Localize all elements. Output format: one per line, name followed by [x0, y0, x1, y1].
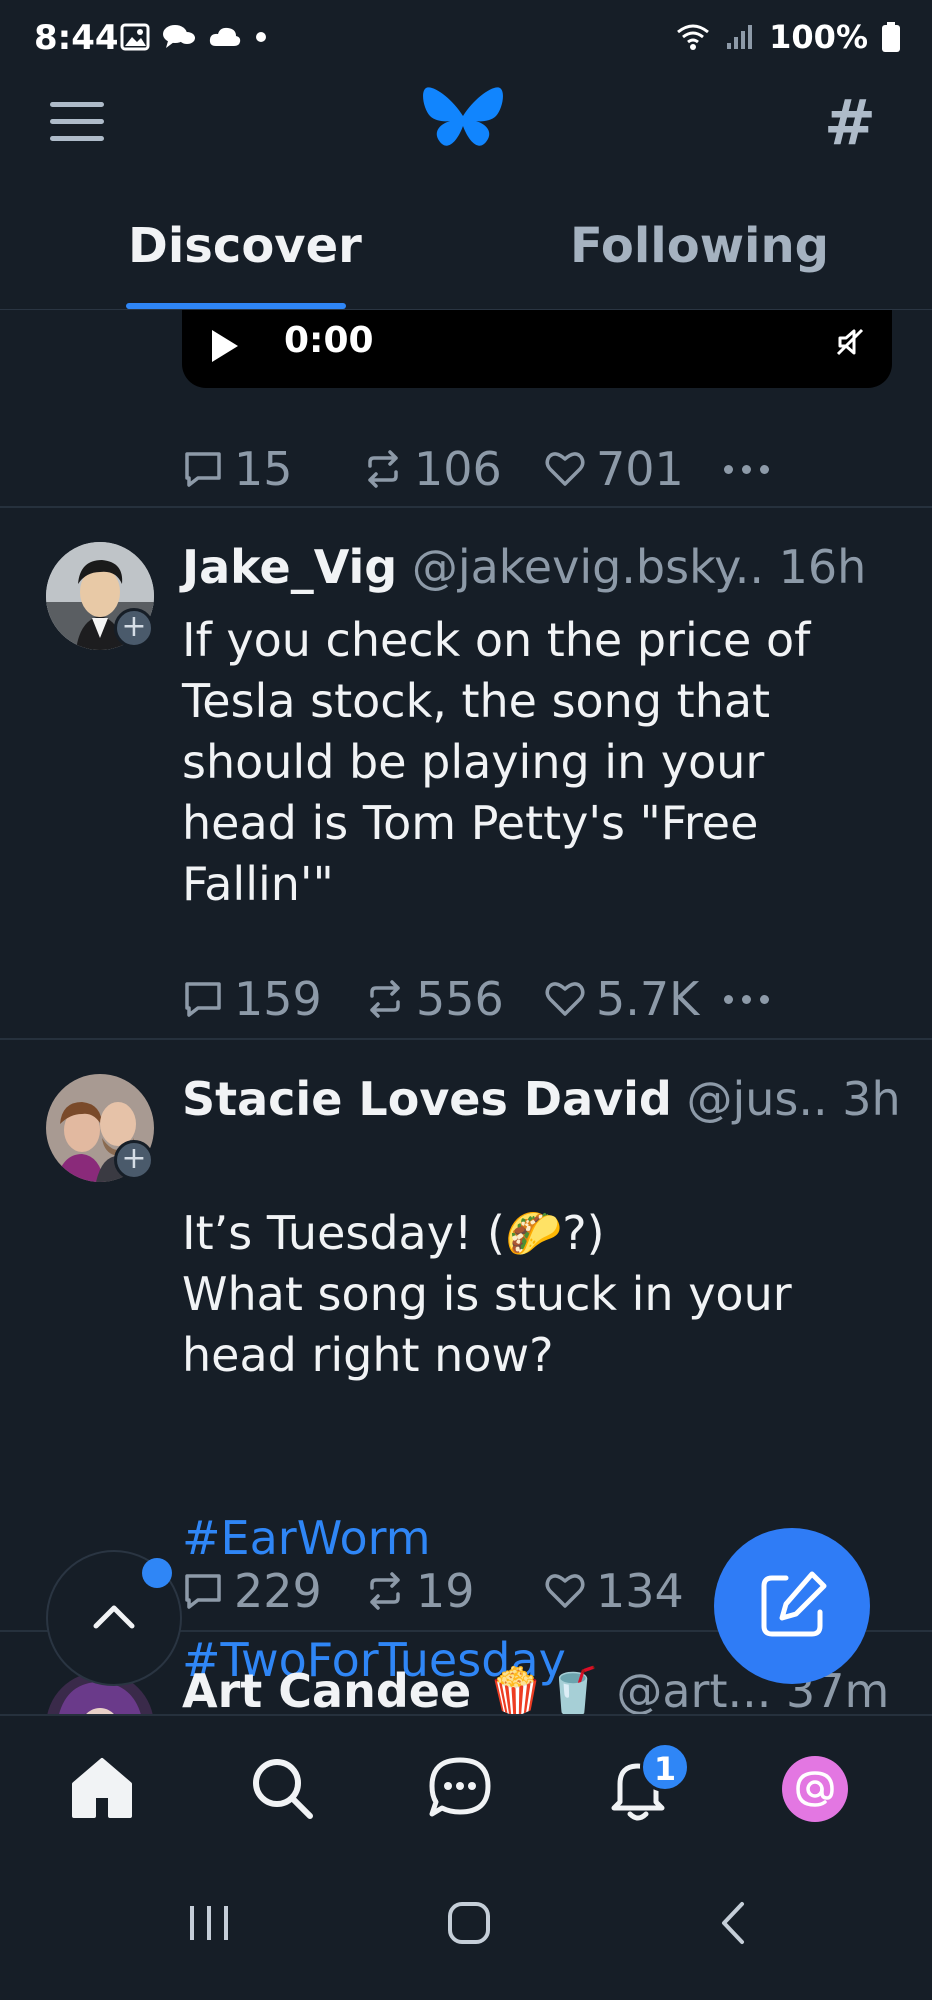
reply-icon	[185, 1574, 221, 1609]
profile-avatar[interactable]	[782, 1756, 848, 1822]
like-count: 5.7K	[596, 972, 700, 1026]
post-divider	[0, 506, 932, 508]
tab-discover[interactable]: Discover	[128, 218, 362, 274]
repost-button[interactable]: 556	[364, 972, 544, 1026]
battery-icon	[882, 22, 900, 52]
feed-tabs: Discover Following	[0, 210, 932, 310]
at-sign-icon	[796, 1771, 834, 1807]
signal-icon	[727, 25, 753, 49]
new-posts-indicator	[142, 1558, 172, 1588]
post-actions: 15 106 701	[182, 439, 769, 499]
reply-count: 15	[234, 442, 293, 496]
heart-icon	[545, 452, 585, 486]
post-body: It’s Tuesday! (🌮?) What song is stuck in…	[182, 1206, 792, 1382]
bottom-navigation: 1	[0, 1714, 932, 1859]
reply-button[interactable]: 229	[182, 1564, 364, 1618]
repost-icon	[368, 450, 398, 488]
like-button[interactable]: 134	[544, 1564, 724, 1618]
reply-icon	[185, 982, 221, 1017]
post-header: Stacie Loves David @jus.. 3h	[182, 1072, 901, 1126]
dot-icon	[256, 32, 266, 42]
like-button[interactable]: 5.7K	[544, 972, 724, 1026]
home-icon[interactable]	[66, 1752, 138, 1824]
reply-button[interactable]: 159	[182, 972, 364, 1026]
video-player-controls[interactable]: 0:00	[182, 310, 892, 388]
chat-icon[interactable]	[424, 1752, 496, 1824]
reply-button[interactable]: 15	[182, 442, 362, 496]
gallery-icon	[120, 23, 150, 51]
cloud-icon	[209, 27, 241, 46]
chat-bubbles-icon	[163, 25, 195, 48]
repost-count: 556	[416, 972, 504, 1026]
post-actions: 229 19 134	[182, 1561, 724, 1621]
system-navigation-bar	[0, 1860, 932, 2000]
post-divider	[0, 1038, 932, 1040]
recent-apps-icon[interactable]	[186, 1900, 232, 1946]
post-actions: 159 556 5.7K	[182, 969, 769, 1029]
battery-percent: 100%	[769, 18, 868, 56]
reply-count: 159	[234, 972, 322, 1026]
reply-icon	[185, 452, 221, 487]
repost-button[interactable]: 19	[364, 1564, 544, 1618]
notification-count-badge: 1	[640, 1742, 690, 1792]
follow-plus-icon[interactable]: +	[114, 608, 154, 648]
repost-icon	[370, 980, 400, 1018]
author-handle[interactable]: @jakevig.bsky..	[412, 540, 764, 594]
home-button-icon[interactable]	[446, 1900, 492, 1946]
post-header: Jake_Vig @jakevig.bsky.. 16h	[182, 540, 866, 594]
more-options-icon[interactable]	[724, 464, 769, 474]
author-handle[interactable]: @jus..	[686, 1072, 827, 1126]
feeds-hash-icon[interactable]: #	[824, 86, 876, 159]
compose-post-button[interactable]	[714, 1528, 870, 1684]
author-name[interactable]: Jake_Vig	[182, 540, 397, 594]
post-time: 16h	[778, 540, 867, 594]
feed-list[interactable]: 0:00 15 106 701 + Jake_Vig @jakevig.bsky…	[0, 310, 932, 1715]
repost-icon	[370, 1572, 400, 1610]
more-options-icon[interactable]	[724, 994, 769, 1004]
bluesky-butterfly-logo	[423, 87, 503, 146]
repost-count: 19	[416, 1564, 475, 1618]
status-notification-icons	[120, 22, 268, 52]
heart-icon	[545, 1574, 585, 1608]
compose-icon	[761, 1571, 827, 1637]
reply-count: 229	[234, 1564, 322, 1618]
follow-plus-icon[interactable]: +	[114, 1140, 154, 1180]
repost-button[interactable]: 106	[362, 442, 544, 496]
play-icon[interactable]	[212, 330, 238, 362]
like-count: 134	[596, 1564, 684, 1618]
post-time: 3h	[842, 1072, 901, 1126]
video-time: 0:00	[284, 320, 374, 361]
author-name[interactable]: Art Candee 🍿🥤	[182, 1664, 602, 1715]
author-name[interactable]: Stacie Loves David	[182, 1072, 672, 1126]
heart-icon	[545, 982, 585, 1016]
wifi-icon	[677, 24, 710, 50]
search-icon[interactable]	[246, 1752, 318, 1824]
post-text: If you check on the price of Tesla stock…	[182, 613, 811, 911]
menu-icon[interactable]	[50, 100, 106, 144]
repost-count: 106	[414, 442, 502, 496]
back-icon[interactable]	[712, 1900, 758, 1946]
tab-following[interactable]: Following	[570, 218, 829, 274]
status-time: 8:44	[34, 18, 119, 58]
like-count: 701	[596, 442, 684, 496]
status-bar: 8:44 100%	[0, 0, 932, 80]
mute-icon[interactable]	[834, 326, 866, 358]
like-button[interactable]: 701	[544, 442, 724, 496]
